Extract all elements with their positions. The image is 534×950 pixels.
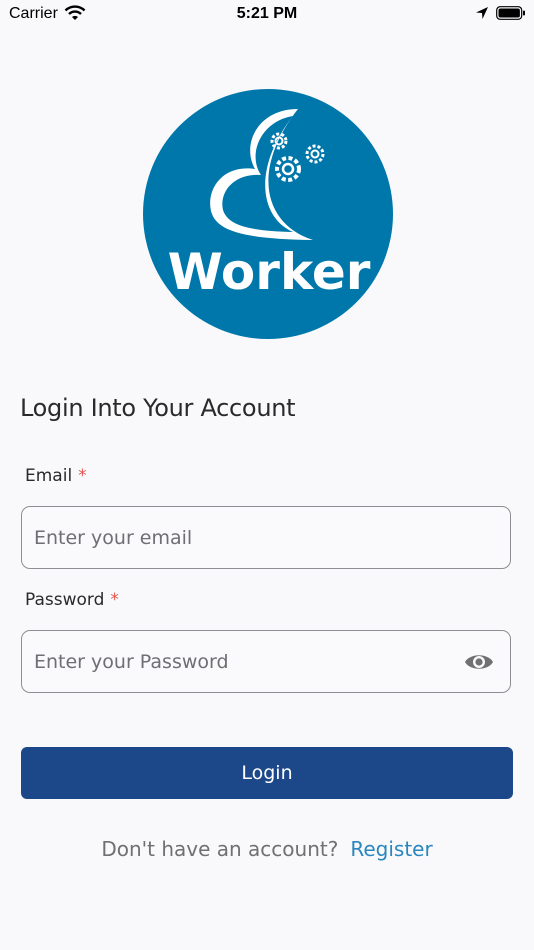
status-bar: Carrier 5:21 PM [0, 0, 534, 30]
required-marker: * [78, 466, 87, 486]
clock: 5:21 PM [236, 5, 298, 22]
battery-icon [496, 6, 525, 20]
location-arrow-icon [476, 7, 488, 19]
password-label-row: Password * [25, 590, 119, 610]
email-label: Email [25, 466, 73, 486]
email-label-row: Email * [25, 466, 87, 486]
page-title: Login Into Your Account [20, 394, 296, 422]
password-field-box[interactable] [21, 630, 511, 693]
email-field-box[interactable] [21, 506, 511, 569]
password-label: Password [25, 590, 105, 610]
no-account-text: Don't have an account? [101, 837, 339, 861]
worker-logo: Worker [143, 89, 393, 339]
logo-wordmark: Worker [168, 243, 371, 301]
password-field[interactable] [32, 631, 456, 693]
eye-icon[interactable] [464, 651, 494, 673]
login-button[interactable]: Login [21, 747, 513, 799]
email-field[interactable] [32, 507, 456, 569]
required-marker: * [110, 590, 119, 610]
register-link[interactable]: Register [350, 837, 432, 861]
register-prompt: Don't have an account? Register [0, 837, 534, 861]
